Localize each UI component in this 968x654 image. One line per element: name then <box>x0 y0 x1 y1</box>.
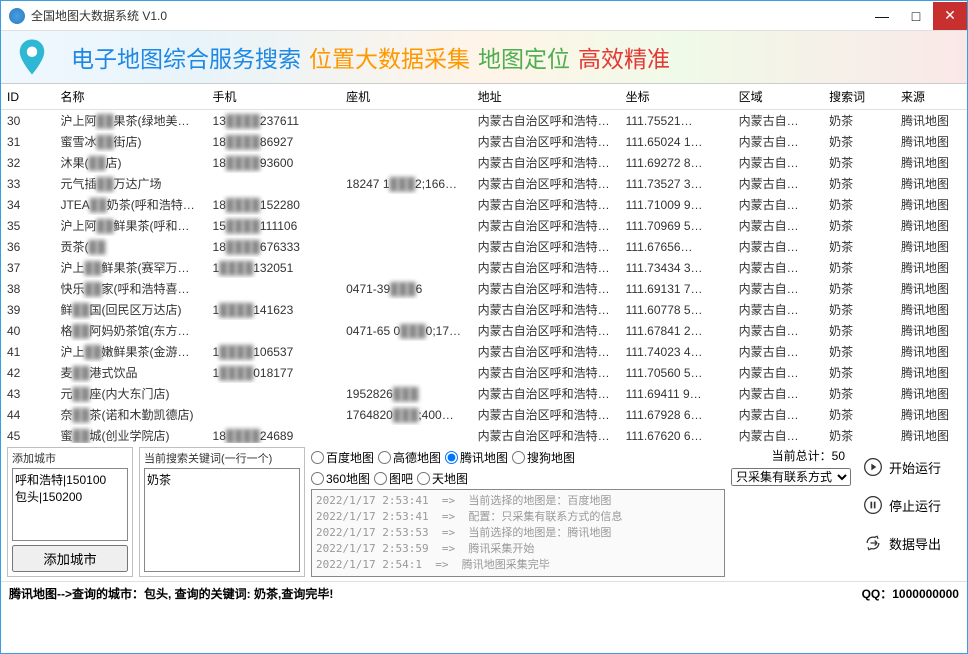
app-icon <box>9 8 25 24</box>
city-textarea[interactable]: 呼和浩特|150100 包头|150200 <box>12 468 128 541</box>
window-title: 全国地图大数据系统 V1.0 <box>31 7 865 24</box>
col-id[interactable]: ID <box>1 84 54 110</box>
data-table: ID 名称 手机 座机 地址 坐标 区域 搜索词 来源 30沪上阿██果茶(绿地… <box>1 84 967 443</box>
banner-text-4: 高效精准 <box>578 40 670 74</box>
export-button[interactable]: 数据导出 <box>859 527 959 559</box>
radio-tengxun[interactable]: 腾讯地图 <box>445 449 508 466</box>
col-region[interactable]: 区域 <box>733 84 823 110</box>
table-row[interactable]: 41沪上██嫩鲜果茶(金游城店)1████106537内蒙古自治区呼和浩特…11… <box>1 341 967 362</box>
count-row: 当前总计：50 <box>731 447 851 464</box>
banner: 电子地图综合服务搜索 位置大数据采集 地图定位 高效精准 <box>1 31 967 83</box>
table-row[interactable]: 34JTEA██奶茶(呼和浩特…18████152280内蒙古自治区呼和浩特…1… <box>1 194 967 215</box>
banner-text-2: 位置大数据采集 <box>309 40 470 74</box>
radio-baidu[interactable]: 百度地图 <box>311 449 374 466</box>
panel-city: 添加城市 呼和浩特|150100 包头|150200 添加城市 <box>7 447 133 577</box>
panel-keyword: 当前搜索关键词(一行一个) 奶茶 <box>139 447 305 577</box>
radio-tuba[interactable]: 图吧 <box>374 470 413 487</box>
log-output: 2022/1/17 2:53:41 => 当前选择的地图是：百度地图 2022/… <box>311 489 725 577</box>
panel-city-title: 添加城市 <box>12 450 128 466</box>
table-row[interactable]: 31蜜雪冰██街店)18████86927内蒙古自治区呼和浩特…111.6502… <box>1 131 967 152</box>
table-row[interactable]: 38快乐██家(呼和浩特喜悦…0471-39███6内蒙古自治区呼和浩特…111… <box>1 278 967 299</box>
right-column: 当前总计：50 只采集有联系方式 <box>731 447 851 577</box>
stop-button[interactable]: 停止运行 <box>859 489 959 521</box>
table-row[interactable]: 30沪上阿██果茶(绿地美…13████237611内蒙古自治区呼和浩特…111… <box>1 110 967 132</box>
table-row[interactable]: 44奈██茶(诺和木勤凯德店)1764820███;400…内蒙古自治区呼和浩特… <box>1 404 967 425</box>
status-right: QQ：1000000000 <box>862 585 959 602</box>
start-button[interactable]: 开始运行 <box>859 451 959 483</box>
keyword-textarea[interactable]: 奶茶 <box>144 468 300 572</box>
table-row[interactable]: 45蜜██城(创业学院店)18████24689内蒙古自治区呼和浩特…111.6… <box>1 425 967 443</box>
col-addr[interactable]: 地址 <box>472 84 620 110</box>
radio-sogou[interactable]: 搜狗地图 <box>512 449 575 466</box>
table-row[interactable]: 42麦██港式饮品1████018177内蒙古自治区呼和浩特…111.70560… <box>1 362 967 383</box>
add-city-button[interactable]: 添加城市 <box>12 545 128 572</box>
col-src[interactable]: 来源 <box>895 84 967 110</box>
table-row[interactable]: 39鲜██国(回民区万达店)1████141623内蒙古自治区呼和浩特…111.… <box>1 299 967 320</box>
play-icon <box>863 457 883 477</box>
table-row[interactable]: 35沪上阿██鲜果茶(呼和浩特…15████111106内蒙古自治区呼和浩特…1… <box>1 215 967 236</box>
table-row[interactable]: 32沐果(██店)18████93600内蒙古自治区呼和浩特…111.69272… <box>1 152 967 173</box>
titlebar: 全国地图大数据系统 V1.0 — □ ✕ <box>1 1 967 31</box>
close-button[interactable]: ✕ <box>933 2 967 30</box>
radio-tianditu[interactable]: 天地图 <box>417 470 468 487</box>
col-phone[interactable]: 座机 <box>340 84 472 110</box>
radio-360[interactable]: 360地图 <box>311 470 370 487</box>
table-row[interactable]: 33元气插██万达广场18247 1███2;166…内蒙古自治区呼和浩特…11… <box>1 173 967 194</box>
table-row[interactable]: 36贡茶(██18████676333内蒙古自治区呼和浩特…111.67656…… <box>1 236 967 257</box>
panel-kw-title: 当前搜索关键词(一行一个) <box>144 450 300 466</box>
action-panel: 开始运行 停止运行 数据导出 <box>857 447 961 577</box>
status-left: 腾讯地图-->查询的城市：包头, 查询的关键词: 奶茶,查询完毕! <box>9 585 333 602</box>
minimize-button[interactable]: — <box>865 2 899 30</box>
banner-text-1: 电子地图综合服务搜索 <box>71 40 301 74</box>
banner-text-3: 地图定位 <box>478 40 570 74</box>
radio-gaode[interactable]: 高德地图 <box>378 449 441 466</box>
data-table-area[interactable]: ID 名称 手机 座机 地址 坐标 区域 搜索词 来源 30沪上阿██果茶(绿地… <box>1 83 967 443</box>
col-name[interactable]: 名称 <box>54 84 206 110</box>
statusbar: 腾讯地图-->查询的城市：包头, 查询的关键词: 奶茶,查询完毕! QQ：100… <box>1 581 967 605</box>
controls: 添加城市 呼和浩特|150100 包头|150200 添加城市 当前搜索关键词(… <box>1 443 967 581</box>
maximize-button[interactable]: □ <box>899 2 933 30</box>
table-row[interactable]: 43元██座(内大东门店)1952826███内蒙古自治区呼和浩特…111.69… <box>1 383 967 404</box>
mid-panel: 百度地图 高德地图 腾讯地图 搜狗地图 360地图 图吧 天地图 2022/1/… <box>311 447 725 577</box>
pin-icon <box>11 36 53 78</box>
filter-select[interactable]: 只采集有联系方式 <box>731 468 851 486</box>
col-mobile[interactable]: 手机 <box>207 84 341 110</box>
pause-icon <box>863 495 883 515</box>
table-row[interactable]: 37沪上██鲜果茶(赛罕万…1████132051内蒙古自治区呼和浩特…111.… <box>1 257 967 278</box>
col-kw[interactable]: 搜索词 <box>823 84 895 110</box>
export-icon <box>863 533 883 553</box>
col-coord[interactable]: 坐标 <box>620 84 733 110</box>
table-row[interactable]: 40格██阿妈奶茶馆(东方…0471-65 0███0;17…内蒙古自治区呼和浩… <box>1 320 967 341</box>
